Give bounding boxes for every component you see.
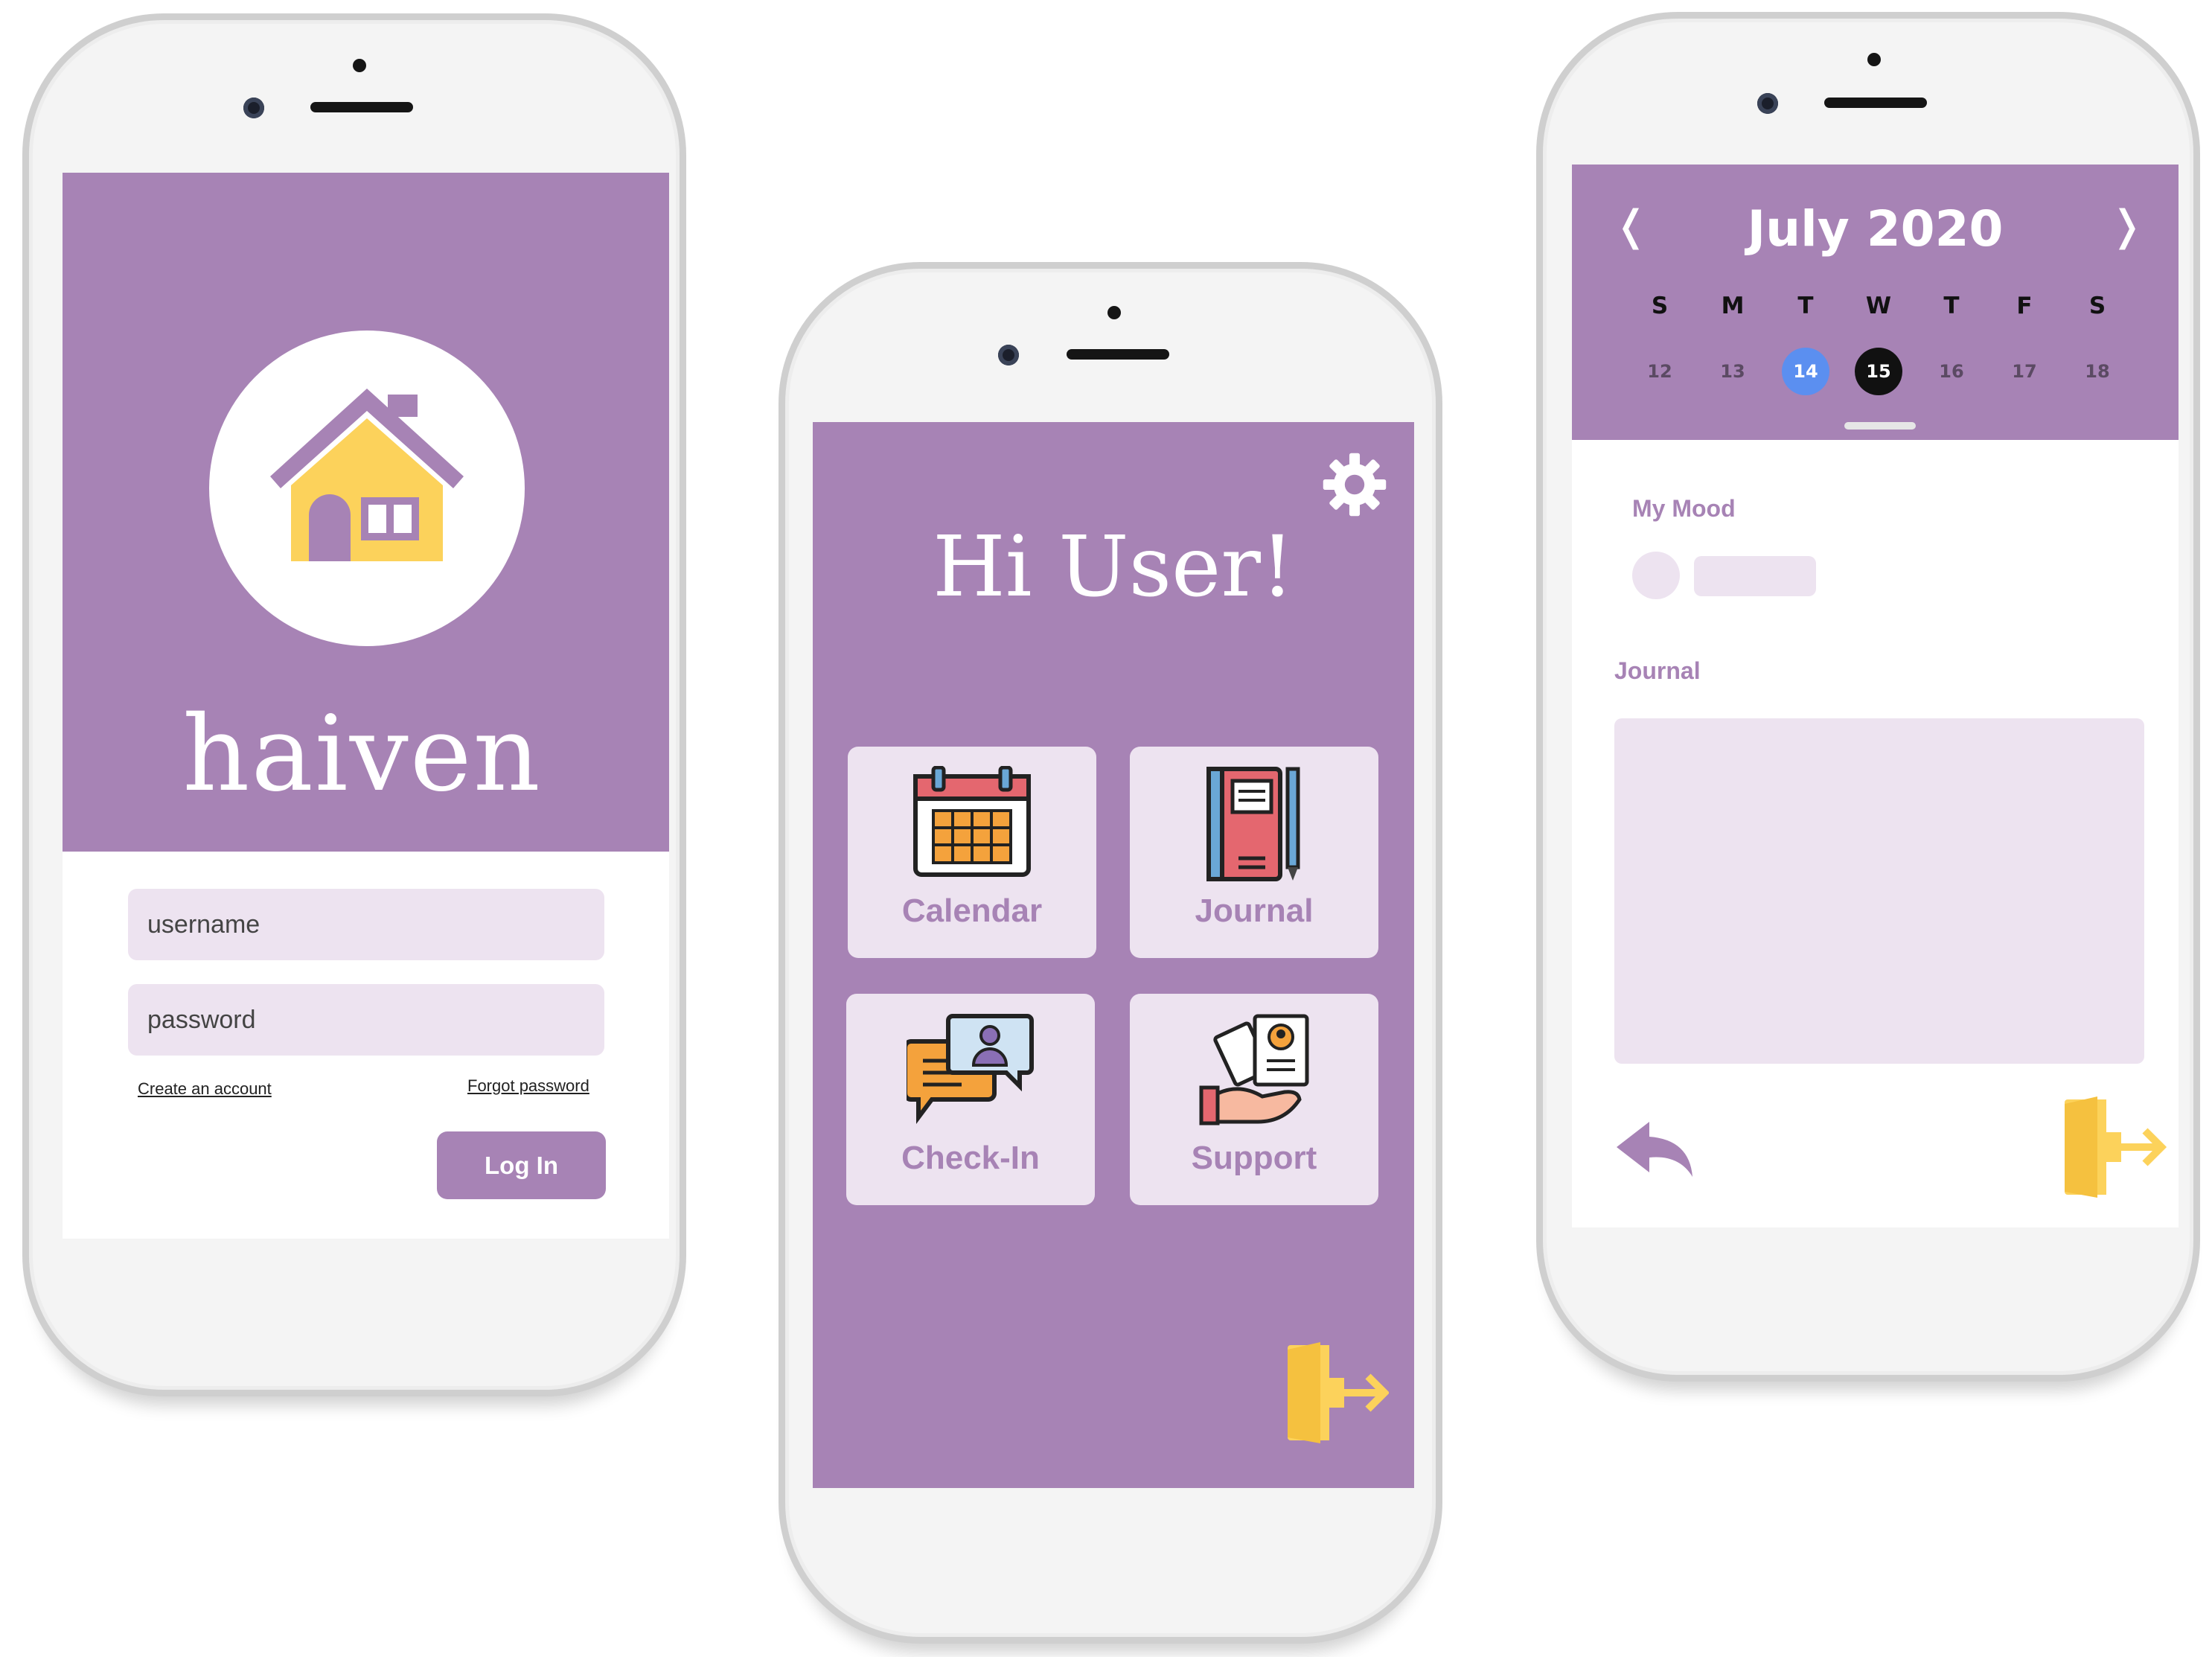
- greeting: Hi User!: [933, 519, 1294, 616]
- helping-hand-icon: [1199, 1014, 1309, 1126]
- logout-door-icon[interactable]: [1285, 1341, 1389, 1445]
- phone-calendar: ❬ ❭ July 2020 S M T W T F S 12 13 14 15 …: [1536, 12, 2200, 1382]
- tile-label: Journal: [1195, 893, 1314, 929]
- day-14-highlighted[interactable]: 14: [1782, 348, 1829, 395]
- app-name: haiven: [182, 694, 542, 815]
- front-camera: [243, 98, 264, 118]
- tile-label: Calendar: [901, 893, 1043, 929]
- calendar-screen: ❬ ❭ July 2020 S M T W T F S 12 13 14 15 …: [1572, 165, 2179, 1227]
- login-screen: haiven username password Create an accou…: [63, 173, 669, 1239]
- speaker: [1067, 349, 1169, 360]
- logo-circle: [209, 331, 525, 646]
- day-name-tue: T: [1797, 293, 1814, 319]
- username-field[interactable]: username: [128, 889, 604, 960]
- speaker: [1824, 98, 1927, 108]
- reply-arrow-icon[interactable]: [1614, 1119, 1695, 1177]
- journal-label: Journal: [1614, 657, 1701, 684]
- front-camera: [998, 345, 1019, 365]
- house-icon: [270, 389, 464, 561]
- calendar-tile[interactable]: Calendar: [848, 747, 1096, 958]
- journal-tile[interactable]: Journal: [1130, 747, 1378, 958]
- sensor-dot: [1107, 306, 1121, 319]
- checkin-tile[interactable]: Check-In: [846, 994, 1095, 1205]
- mood-label: My Mood: [1632, 495, 1736, 522]
- sensor-dot: [1867, 53, 1881, 66]
- day-17[interactable]: 17: [2001, 348, 2048, 395]
- day-name-thu: T: [1943, 293, 1960, 319]
- day-name-mon: M: [1721, 293, 1745, 319]
- day-name-sat: S: [2088, 293, 2106, 319]
- journal-textarea[interactable]: [1614, 718, 2144, 1064]
- mood-value-placeholder[interactable]: [1694, 556, 1816, 596]
- drag-handle[interactable]: [1844, 422, 1916, 430]
- create-account-link[interactable]: Create an account: [138, 1079, 272, 1099]
- day-16[interactable]: 16: [1928, 348, 1975, 395]
- speaker: [310, 102, 413, 112]
- login-button[interactable]: Log In: [437, 1131, 606, 1199]
- logout-door-icon[interactable]: [2060, 1095, 2167, 1199]
- phone-home: Hi User! Calendar Journal Check-In Suppo…: [779, 262, 1442, 1644]
- day-15-selected[interactable]: 15: [1855, 348, 1902, 395]
- day-name-wed: W: [1865, 293, 1892, 319]
- sensor-dot: [353, 59, 366, 72]
- calendar-icon: [913, 766, 1031, 877]
- front-camera: [1757, 93, 1778, 114]
- login-header: haiven: [63, 173, 669, 852]
- calendar-header: ❬ ❭ July 2020 S M T W T F S 12 13 14 15 …: [1572, 165, 2179, 440]
- phone-login: haiven username password Create an accou…: [22, 13, 686, 1396]
- support-tile[interactable]: Support: [1130, 994, 1378, 1205]
- day-12[interactable]: 12: [1636, 348, 1684, 395]
- day-name-fri: F: [2016, 293, 2033, 319]
- day-name-sun: S: [1651, 293, 1669, 319]
- month-title: July 2020: [1747, 200, 2004, 258]
- mood-emoji-placeholder[interactable]: [1632, 552, 1680, 599]
- tile-label: Check-In: [901, 1140, 1040, 1176]
- forgot-password-link[interactable]: Forgot password: [467, 1076, 589, 1096]
- password-field[interactable]: password: [128, 984, 604, 1056]
- notebook-icon: [1206, 767, 1300, 881]
- home-screen: Hi User! Calendar Journal Check-In Suppo…: [813, 422, 1414, 1488]
- chat-bubbles-icon: [907, 1014, 1034, 1124]
- day-13[interactable]: 13: [1709, 348, 1757, 395]
- tile-label: Support: [1191, 1140, 1317, 1176]
- day-18[interactable]: 18: [2074, 348, 2121, 395]
- gear-icon[interactable]: [1322, 452, 1387, 517]
